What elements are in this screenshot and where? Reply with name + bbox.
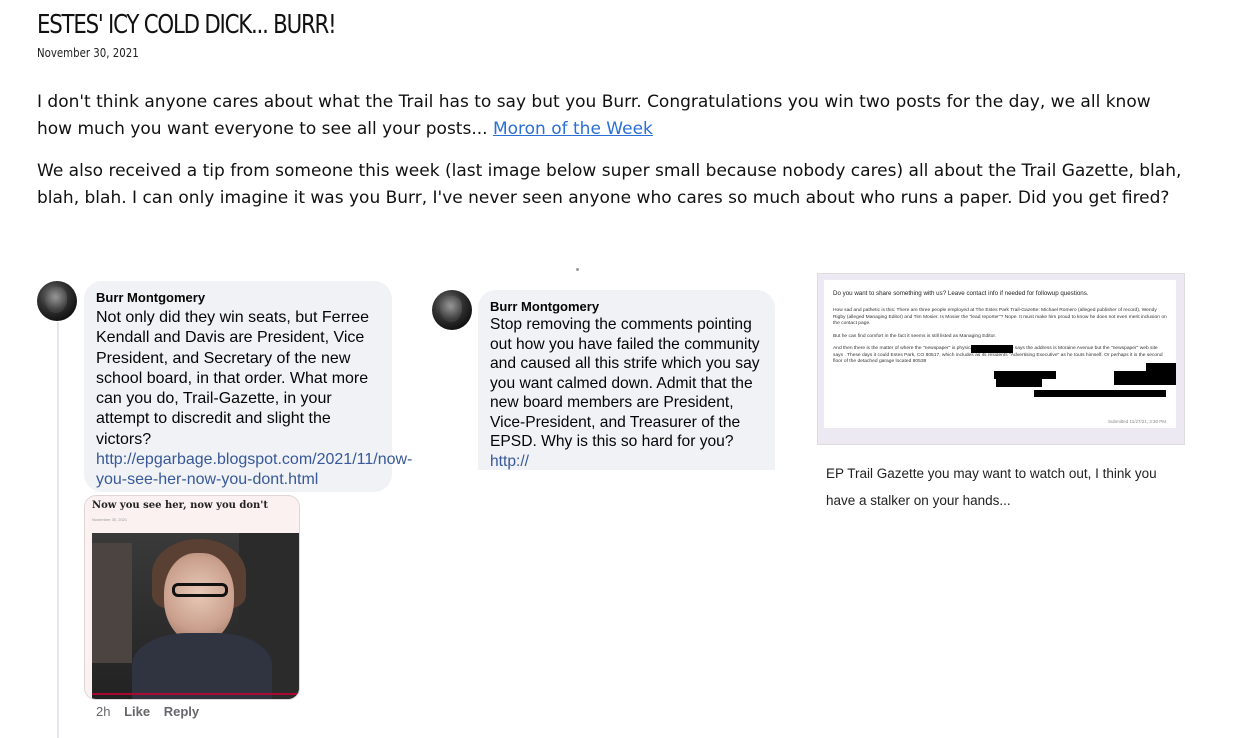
redaction-bar (1146, 363, 1176, 371)
thread-line (57, 322, 59, 738)
comment-text-2: Stop removing the comments pointing out … (490, 315, 770, 471)
moron-of-the-week-link[interactable]: Moron of the Week (493, 119, 653, 139)
redaction-bar (996, 379, 1042, 387)
comment-body: Not only did they win seats, but Ferree … (96, 309, 370, 448)
paragraph-2: We also received a tip from someone this… (37, 161, 1182, 208)
comment-author[interactable]: Burr Montgomery (96, 290, 205, 305)
reply-button[interactable]: Reply (164, 704, 199, 719)
redaction-bar (1034, 390, 1166, 397)
like-button[interactable]: Like (124, 704, 150, 719)
comment-link-2[interactable]: http:// (490, 453, 529, 470)
commenter-avatar-2[interactable] (432, 290, 472, 330)
comment-bubble: Burr Montgomery Not only did they win se… (84, 281, 412, 492)
tip-form-screenshot: Do you want to share something with us? … (817, 273, 1185, 445)
comment-link[interactable]: http://epgarbage.blogspot.com/2021/11/no… (96, 451, 412, 488)
redaction-bar (971, 345, 1013, 353)
redaction-bar (994, 371, 1056, 379)
comment-time: 2h (96, 704, 111, 719)
tip-caption: EP Trail Gazette you may want to watch o… (826, 466, 1157, 508)
comment-text: Not only did they win seats, but Ferree … (96, 308, 412, 491)
comment-body-2: Stop removing the comments pointing out … (490, 316, 760, 450)
tip-form-submitted: Submitted 11/27/21, 3:30 PM (1108, 419, 1166, 424)
post-date: November 30, 2021 (37, 46, 139, 60)
commenter-avatar[interactable] (37, 281, 77, 321)
comment-meta: 2h Like Reply (96, 704, 209, 719)
video-progress-bar (92, 693, 299, 695)
tip-form-para-2: But he can find comfort in the fact it s… (833, 333, 997, 339)
post-title: ESTES' ICY COLD DICK... BURR! (37, 10, 337, 40)
tip-form-para-1: How sad and pathetic is this: There are … (833, 308, 1167, 326)
video-thumbnail[interactable] (92, 533, 299, 699)
link-preview[interactable]: Now you see her, now you don't November … (84, 495, 300, 700)
tip-form-question: Do you want to share something with us? … (833, 290, 1089, 297)
preview-date: November 30, 2021 (92, 517, 128, 522)
redaction-bar (1114, 371, 1176, 385)
preview-title: Now you see her, now you don't (92, 500, 268, 511)
tip-form-card: Do you want to share something with us? … (824, 280, 1176, 428)
paragraph-1: I don't think anyone cares about what th… (37, 89, 1187, 143)
comment-bubble-2: Burr Montgomery Stop removing the commen… (478, 290, 775, 470)
tip-form-body: How sad and pathetic is this: There are … (833, 308, 1168, 372)
comment-author-2[interactable]: Burr Montgomery (490, 299, 599, 314)
cropped-mark (576, 268, 579, 271)
